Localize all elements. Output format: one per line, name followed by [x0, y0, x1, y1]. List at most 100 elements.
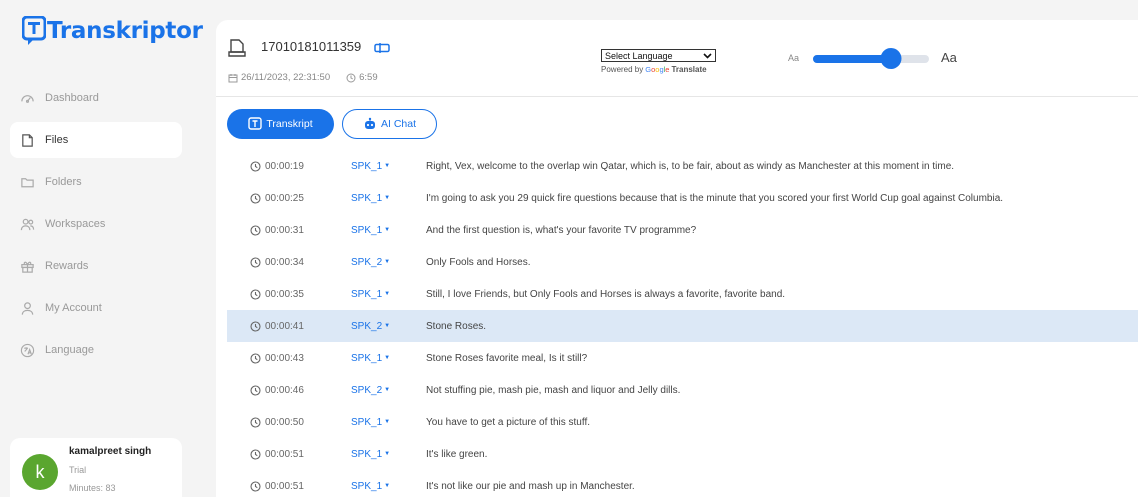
user-card[interactable]: k kamalpreet singh Trial Minutes: 83 — [10, 438, 182, 497]
segment-text[interactable]: I'm going to ask you 29 quick fire quest… — [426, 193, 1003, 204]
user-minutes: Minutes: 83 — [69, 483, 116, 493]
gift-icon — [21, 261, 34, 273]
caret-down-icon: ▼ — [384, 483, 391, 489]
sidebar-item-dashboard[interactable]: Dashboard — [10, 80, 182, 116]
speaker-dropdown[interactable]: SPK_1 ▼ — [351, 481, 390, 492]
transcript-row[interactable]: 00:00:19 SPK_1 ▼ Right, Vex, welcome to the… — [227, 150, 1138, 182]
timestamp[interactable]: 00:00:51 — [250, 481, 304, 492]
timestamp[interactable]: 00:00:51 — [250, 449, 304, 460]
sidebar-item-folders[interactable]: Folders — [10, 164, 182, 200]
timestamp[interactable]: 00:00:41 — [250, 321, 304, 332]
speaker-label: SPK_1 — [351, 160, 383, 172]
transcript-row[interactable]: 00:00:35 SPK_1 ▼ Still, I love Friends, but… — [227, 278, 1138, 310]
sidebar: Transkriptor Dashboard Files Folders Wor… — [0, 0, 203, 497]
font-size-large-label: Aa — [941, 50, 957, 65]
timestamp-text: 00:00:50 — [265, 416, 304, 428]
clock-icon — [250, 480, 261, 492]
speaker-dropdown[interactable]: SPK_1 ▼ — [351, 225, 390, 236]
speaker-dropdown[interactable]: SPK_1 ▼ — [351, 193, 390, 204]
segment-text[interactable]: It's like green. — [426, 449, 487, 460]
avatar: k — [22, 454, 58, 490]
rename-icon[interactable] — [374, 42, 390, 54]
logo[interactable]: Transkriptor — [22, 14, 203, 48]
clock-icon — [250, 416, 261, 428]
clock-icon — [250, 256, 261, 268]
speaker-dropdown[interactable]: SPK_1 ▼ — [351, 353, 390, 364]
transcript-row[interactable]: 00:00:41 SPK_2 ▼ Stone Roses. — [227, 310, 1138, 342]
timestamp[interactable]: 00:00:19 — [250, 161, 304, 172]
segment-text[interactable]: Stone Roses favorite meal, Is it still? — [426, 353, 587, 364]
transcript-row[interactable]: 00:00:51 SPK_1 ▼ It's not like our pie and … — [227, 470, 1138, 497]
speaker-label: SPK_1 — [351, 224, 383, 236]
transcript-row[interactable]: 00:00:31 SPK_1 ▼ And the first question is,… — [227, 214, 1138, 246]
caret-down-icon: ▼ — [384, 387, 391, 393]
timestamp[interactable]: 00:00:31 — [250, 225, 304, 236]
segment-text[interactable]: Still, I love Friends, but Only Fools an… — [426, 289, 785, 300]
timestamp-text: 00:00:51 — [265, 448, 304, 460]
timestamp[interactable]: 00:00:35 — [250, 289, 304, 300]
segment-text[interactable]: Not stuffing pie, mash pie, mash and liq… — [426, 385, 680, 396]
speaker-dropdown[interactable]: SPK_2 ▼ — [351, 257, 390, 268]
clock-icon — [346, 73, 356, 82]
speaker-dropdown[interactable]: SPK_2 ▼ — [351, 385, 390, 396]
caret-down-icon: ▼ — [384, 163, 391, 169]
google-translate-credit: Powered by Google Translate — [601, 65, 716, 74]
timestamp-text: 00:00:46 — [265, 384, 304, 396]
clock-icon — [250, 384, 261, 396]
translate-label: Translate — [671, 65, 707, 74]
user-plan: Trial — [69, 465, 87, 475]
transcript-row[interactable]: 00:00:25 SPK_1 ▼ I'm going to ask you 29 qu… — [227, 182, 1138, 214]
language-select-value: Select Language — [605, 50, 673, 61]
speaker-dropdown[interactable]: SPK_1 ▼ — [351, 449, 390, 460]
timestamp[interactable]: 00:00:50 — [250, 417, 304, 428]
caret-down-icon: ▼ — [384, 291, 391, 297]
timestamp[interactable]: 00:00:46 — [250, 385, 304, 396]
segment-text[interactable]: Right, Vex, welcome to the overlap win Q… — [426, 161, 954, 172]
transcript-row[interactable]: 00:00:43 SPK_1 ▼ Stone Roses favorite meal,… — [227, 342, 1138, 374]
sidebar-item-language[interactable]: Language — [10, 332, 182, 368]
users-icon — [20, 218, 35, 230]
tab-ai-chat[interactable]: AI Chat — [342, 109, 437, 139]
timestamp[interactable]: 00:00:25 — [250, 193, 304, 204]
segment-text[interactable]: Only Fools and Horses. — [426, 257, 531, 268]
speaker-dropdown[interactable]: SPK_1 ▼ — [351, 417, 390, 428]
speaker-dropdown[interactable]: SPK_1 ▼ — [351, 161, 390, 172]
clock-icon — [250, 192, 261, 204]
sidebar-item-my-account[interactable]: My Account — [10, 290, 182, 326]
timestamp-text: 00:00:31 — [265, 224, 304, 236]
clock-icon — [250, 320, 261, 332]
sidebar-item-rewards[interactable]: Rewards — [10, 248, 182, 284]
chevron-down-icon — [703, 52, 712, 59]
segment-text[interactable]: You have to get a picture of this stuff. — [426, 417, 590, 428]
transcript-row[interactable]: 00:00:34 SPK_2 ▼ Only Fools and Horses. — [227, 246, 1138, 278]
segment-text[interactable]: It's not like our pie and mash up in Man… — [426, 481, 635, 492]
font-size-slider-thumb[interactable] — [880, 48, 902, 69]
sidebar-item-label: My Account — [45, 302, 102, 314]
segment-text[interactable]: Stone Roses. — [426, 321, 486, 332]
speaker-dropdown[interactable]: SPK_2 ▼ — [351, 321, 390, 332]
timestamp-text: 00:00:51 — [265, 480, 304, 492]
font-size-small-label: Aa — [788, 53, 800, 63]
tab-transcript[interactable]: Transkript — [227, 109, 334, 139]
timestamp-text: 00:00:35 — [265, 288, 304, 300]
timestamp[interactable]: 00:00:34 — [250, 257, 304, 268]
user-name: kamalpreet singh — [69, 446, 152, 457]
file-header: 17010181011359 26/11/2023, 22:31:50 6:59… — [216, 20, 1138, 97]
file-icon — [22, 133, 33, 147]
document-icon — [228, 39, 246, 57]
speaker-label: SPK_1 — [351, 352, 383, 364]
font-size-slider[interactable] — [813, 48, 929, 69]
sidebar-item-label: Language — [45, 344, 94, 356]
transcript-row[interactable]: 00:00:51 SPK_1 ▼ It's like green. — [227, 438, 1138, 470]
translate-widget: Select Language Powered by Google Transl… — [601, 49, 716, 74]
speaker-dropdown[interactable]: SPK_1 ▼ — [351, 289, 390, 300]
google-logo[interactable]: Google — [645, 65, 669, 74]
language-select[interactable]: Select Language — [601, 49, 716, 62]
sidebar-item-files[interactable]: Files — [10, 122, 182, 158]
transcript-row[interactable]: 00:00:46 SPK_2 ▼ Not stuffing pie, mash pie… — [227, 374, 1138, 406]
segment-text[interactable]: And the first question is, what's your f… — [426, 225, 696, 236]
transcript-row[interactable]: 00:00:50 SPK_1 ▼ You have to get a picture … — [227, 406, 1138, 438]
timestamp-text: 00:00:34 — [265, 256, 304, 268]
sidebar-item-workspaces[interactable]: Workspaces — [10, 206, 182, 242]
timestamp[interactable]: 00:00:43 — [250, 353, 304, 364]
